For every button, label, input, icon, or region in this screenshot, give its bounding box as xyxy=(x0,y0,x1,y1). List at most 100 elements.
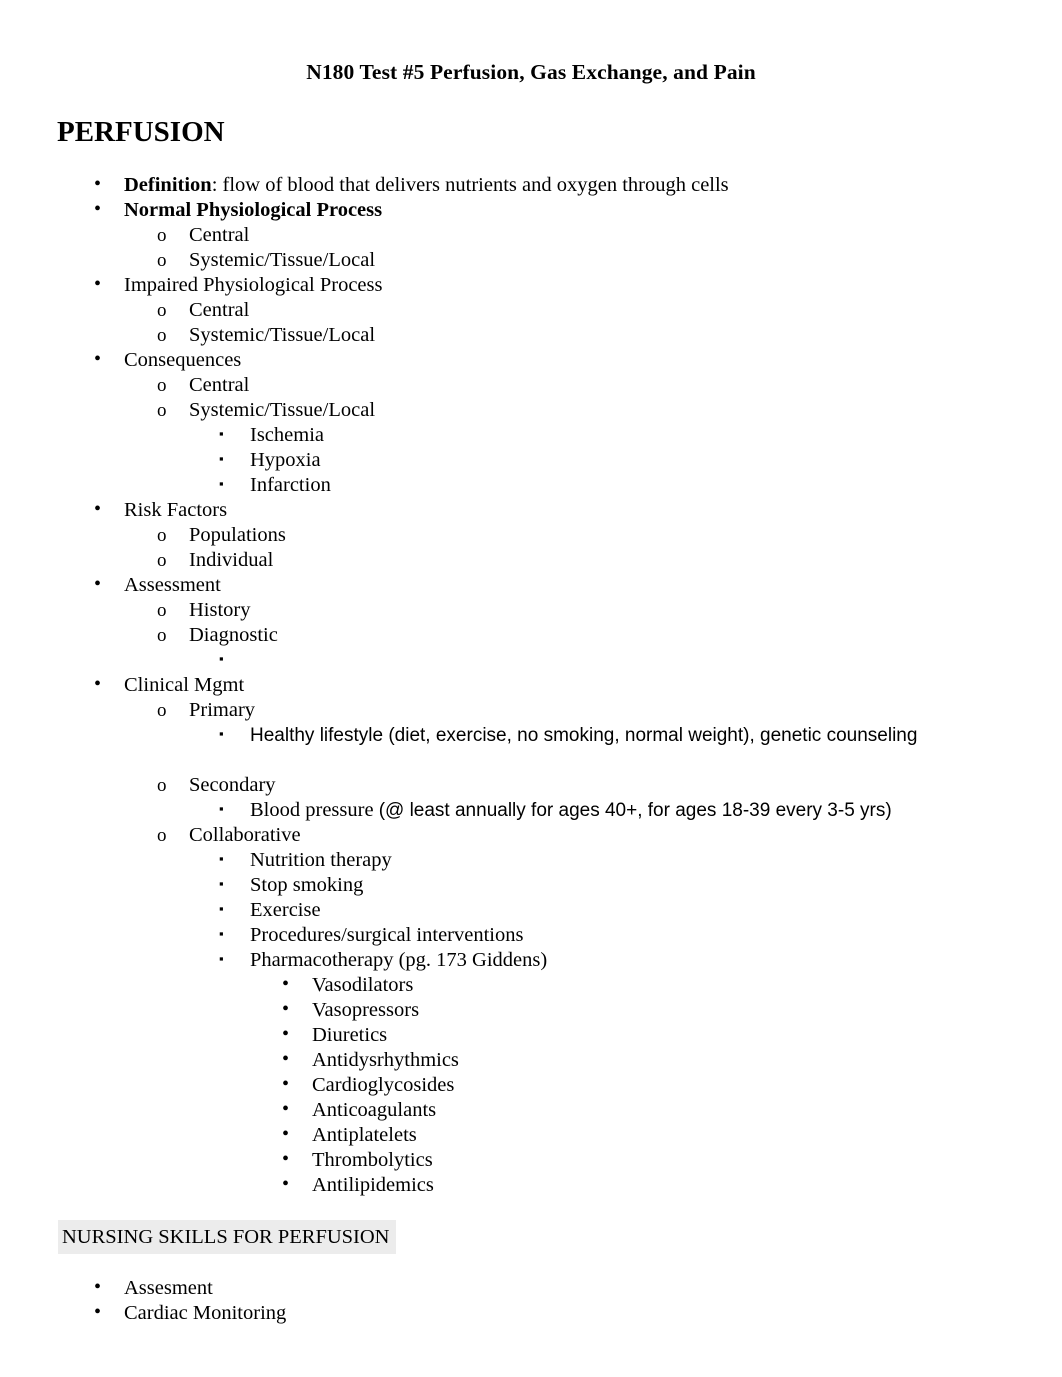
list-bullet-icon: • xyxy=(282,1047,290,1070)
list-item: • Impaired Physiological Process xyxy=(0,273,1062,298)
list-bullet-icon: • xyxy=(282,1122,290,1145)
list-item: • Thrombolytics xyxy=(0,1148,1062,1173)
list-bullet-icon: • xyxy=(282,997,290,1020)
list-bullet-icon: o xyxy=(157,774,167,796)
list-item-label: Infarction xyxy=(250,473,331,496)
list-bullet-icon: ▪ xyxy=(219,425,224,441)
list-item: o Individual xyxy=(0,548,1062,573)
list-item: • Cardioglycosides xyxy=(0,1073,1062,1098)
list-bullet-icon: o xyxy=(157,824,167,846)
list-item: ▪ Infarction xyxy=(0,473,1062,498)
list-item: o Central xyxy=(0,298,1062,323)
list-item: ▪ Procedures/surgical interventions xyxy=(0,923,1062,948)
list-item-label: Assessment xyxy=(124,573,221,596)
list-item-label-bold: Definition xyxy=(124,173,212,196)
list-item: • Diuretics xyxy=(0,1023,1062,1048)
list-item: • Risk Factors xyxy=(0,498,1062,523)
list-item-label: Cardioglycosides xyxy=(312,1073,455,1096)
list-item: o Systemic/Tissue/Local xyxy=(0,398,1062,423)
list-bullet-icon: • xyxy=(282,1022,290,1045)
list-bullet-icon: o xyxy=(157,299,167,321)
list-item: o Primary xyxy=(0,698,1062,723)
list-item-label: Collaborative xyxy=(189,823,301,846)
list-bullet-icon: • xyxy=(282,972,290,995)
list-item: • Clinical Mgmt xyxy=(0,673,1062,698)
list-bullet-icon: • xyxy=(282,1172,290,1195)
page-title: N180 Test #5 Perfusion, Gas Exchange, an… xyxy=(306,60,756,84)
list-item-label: Diuretics xyxy=(312,1023,388,1046)
list-item: • Consequences xyxy=(0,348,1062,373)
list-item-label: Central xyxy=(189,373,250,396)
list-item-label: Systemic/Tissue/Local xyxy=(189,248,376,271)
list-item-label: Clinical Mgmt xyxy=(124,673,245,696)
list-item: ▪ Stop smoking xyxy=(0,873,1062,898)
perfusion-outline: • Definition: flow of blood that delivers… xyxy=(0,173,1062,1198)
list-bullet-icon: o xyxy=(157,699,167,721)
nursing-skills-heading-wrap: NURSING SKILLS FOR PERFUSION xyxy=(58,1219,1062,1254)
list-bullet-icon: • xyxy=(94,497,102,520)
list-item-label: Risk Factors xyxy=(124,498,228,521)
list-item: ▪ Exercise xyxy=(0,898,1062,923)
list-bullet-icon: o xyxy=(157,249,167,271)
list-item-label: Cardiac Monitoring xyxy=(124,1301,287,1324)
list-item-label: Thrombolytics xyxy=(312,1148,433,1171)
section-heading-perfusion: PERFUSION xyxy=(57,115,225,148)
list-item-label: Ischemia xyxy=(250,423,324,446)
list-bullet-icon: • xyxy=(282,1097,290,1120)
list-bullet-icon: o xyxy=(157,399,167,421)
list-item-label: Populations xyxy=(189,523,286,546)
list-bullet-icon: o xyxy=(157,624,167,646)
list-item-label: Anticoagulants xyxy=(312,1098,437,1121)
list-item-label: Definition: flow of blood that delivers … xyxy=(124,173,729,196)
list-bullet-icon: • xyxy=(94,1300,102,1323)
list-item-label: Diagnostic xyxy=(189,623,278,646)
list-bullet-icon: ▪ xyxy=(219,850,224,866)
list-item-label: Hypoxia xyxy=(250,448,321,471)
list-bullet-icon: • xyxy=(94,672,102,695)
list-item-label: Stop smoking xyxy=(250,873,364,896)
list-item-label: Central xyxy=(189,298,250,321)
list-item: o Systemic/Tissue/Local xyxy=(0,248,1062,273)
list-item: o Systemic/Tissue/Local xyxy=(0,323,1062,348)
list-item-label: Blood pressure (@ least annually for age… xyxy=(250,798,892,821)
list-bullet-icon: • xyxy=(94,272,102,295)
list-item-label: Systemic/Tissue/Local xyxy=(189,323,376,346)
list-item: • Antilipidemics xyxy=(0,1173,1062,1198)
list-item-label: Assesment xyxy=(124,1276,213,1299)
list-item-label: Antilipidemics xyxy=(312,1173,434,1196)
list-item: • Assessment xyxy=(0,573,1062,598)
list-bullet-icon: o xyxy=(157,224,167,246)
list-item-label: Antiplatelets xyxy=(312,1123,417,1146)
list-bullet-icon: ▪ xyxy=(219,800,224,816)
list-item-label: Secondary xyxy=(189,773,276,796)
list-bullet-icon: ▪ xyxy=(219,900,224,916)
list-item-label: Impaired Physiological Process xyxy=(124,273,383,296)
list-item-label: Consequences xyxy=(124,348,242,371)
list-item: • Antiplatelets xyxy=(0,1123,1062,1148)
list-item-label: Antidysrhythmics xyxy=(312,1048,459,1071)
list-item: o Collaborative xyxy=(0,823,1062,848)
list-item: • Cardiac Monitoring xyxy=(0,1301,1062,1326)
list-item-label: History xyxy=(189,598,251,621)
list-item: o Secondary xyxy=(0,773,1062,798)
nursing-skills-heading: NURSING SKILLS FOR PERFUSION xyxy=(58,1219,396,1254)
list-bullet-icon: ▪ xyxy=(219,450,224,466)
list-item: • Definition: flow of blood that delivers… xyxy=(0,173,1062,198)
list-bullet-icon: ▪ xyxy=(219,875,224,891)
list-item: • Vasodilators xyxy=(0,973,1062,998)
list-item-label: Vasodilators xyxy=(312,973,414,996)
list-item: ▪ Healthy lifestyle (diet, exercise, no s… xyxy=(0,723,1062,748)
list-item: • Assesment xyxy=(0,1276,1062,1301)
list-item-label: Primary xyxy=(189,698,256,721)
list-item-label: Central xyxy=(189,223,250,246)
document-page: N180 Test #5 Perfusion, Gas Exchange, an… xyxy=(0,0,1062,1377)
list-item-label: Systemic/Tissue/Local xyxy=(189,398,376,421)
list-item: • Vasopressors xyxy=(0,998,1062,1023)
list-item: ▪ Ischemia xyxy=(0,423,1062,448)
list-bullet-icon: ▪ xyxy=(219,725,224,741)
list-bullet-icon: • xyxy=(282,1072,290,1095)
list-bullet-icon: ▪ xyxy=(219,475,224,491)
list-bullet-icon: o xyxy=(157,374,167,396)
list-bullet-icon: o xyxy=(157,524,167,546)
list-item-label: Nutrition therapy xyxy=(250,848,392,871)
